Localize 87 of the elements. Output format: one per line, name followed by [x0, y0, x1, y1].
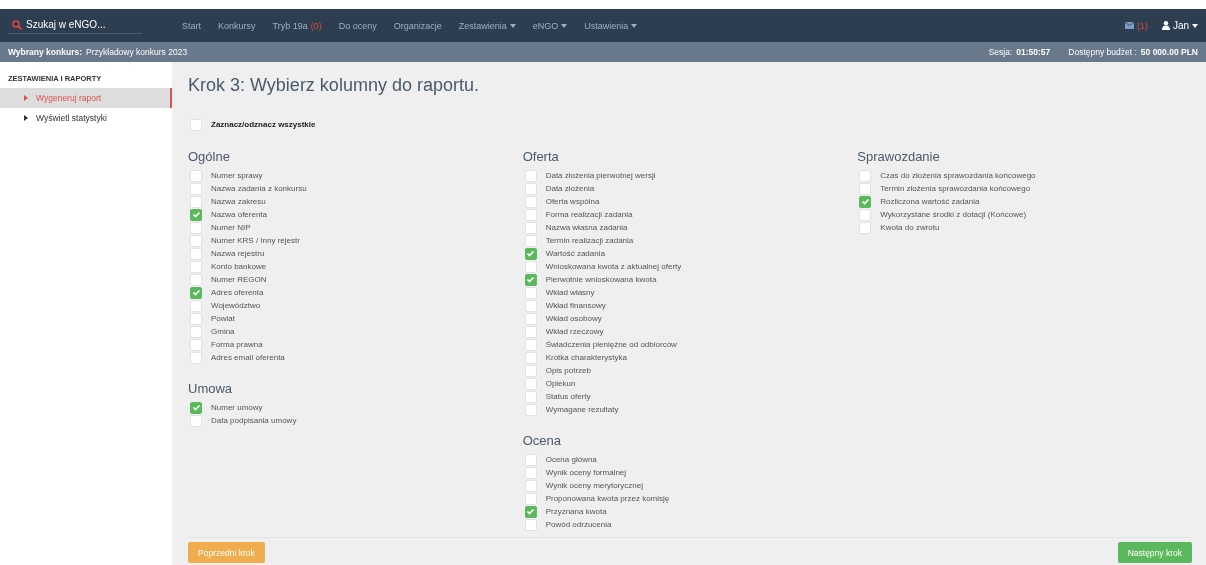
- checkbox[interactable]: [524, 505, 537, 518]
- column-option[interactable]: Wykorzystane środki z dotacji (Końcowe): [857, 208, 1192, 221]
- search-field[interactable]: Szukaj w eNGO...: [8, 17, 142, 34]
- column-option[interactable]: Wkład własny: [522, 286, 858, 299]
- column-option[interactable]: Wynik oceny formalnej: [522, 466, 858, 479]
- column-option[interactable]: Proponowana kwota przez komisję: [522, 492, 858, 505]
- nav-link[interactable]: Start: [182, 20, 201, 31]
- column-option[interactable]: Ocena główna: [522, 453, 858, 466]
- sidebar-item[interactable]: Wyświetl statystyki: [0, 108, 172, 128]
- caret-icon: [24, 95, 28, 101]
- column-option[interactable]: Numer REGON: [188, 273, 523, 286]
- column-option[interactable]: Nazwa własna zadania: [522, 221, 858, 234]
- nav-link[interactable]: Tryb 19a (0): [272, 20, 322, 31]
- caret-icon: [631, 23, 638, 28]
- column-option[interactable]: Powód odrzucenia: [522, 518, 858, 531]
- session-label: Sesja:: [988, 47, 1013, 57]
- nav-link[interactable]: eNGO: [532, 20, 568, 31]
- checkbox[interactable]: [190, 286, 202, 299]
- column-option[interactable]: Pierwotnie wnioskowana kwota: [522, 273, 858, 286]
- column-option[interactable]: Województwo: [188, 299, 523, 312]
- column-option[interactable]: Świadczenia pieniężne od odbiorców: [522, 338, 858, 351]
- column-option[interactable]: Nazwa oferenta: [188, 208, 523, 221]
- column-option[interactable]: Krótka charakterystyka: [522, 351, 858, 364]
- column-option[interactable]: Numer NIP: [188, 221, 523, 234]
- budget-value: 50 000.00 PLN: [1140, 47, 1198, 57]
- column-option[interactable]: Kwota do zwrotu: [857, 221, 1192, 234]
- column-option[interactable]: Wartość zadania: [522, 247, 858, 260]
- session-timer: 01:50:57: [1016, 47, 1051, 57]
- column-option[interactable]: Termin realizacji zadania: [522, 234, 858, 247]
- checkbox[interactable]: [524, 247, 537, 260]
- column-option[interactable]: Data podpisania umowy: [188, 414, 523, 427]
- column-option[interactable]: Wkład osobowy: [522, 312, 858, 325]
- section-heading: Umowa: [188, 380, 234, 398]
- section-heading: Oferta: [522, 148, 560, 166]
- column-option[interactable]: Wkład finansowy: [522, 299, 858, 312]
- caret-icon: [561, 23, 568, 28]
- nav-link[interactable]: Ustawienia: [584, 20, 638, 31]
- nav-link[interactable]: Zestawienia: [458, 20, 516, 31]
- column-option[interactable]: Opis potrzeb: [522, 364, 858, 377]
- column-option[interactable]: Nazwa zadania z konkursu: [188, 182, 523, 195]
- section-heading: Ogólne: [188, 148, 231, 166]
- section-heading: Sprawozdanie: [857, 148, 941, 166]
- caret-icon: [509, 23, 516, 28]
- column-option[interactable]: Status oferty: [522, 390, 858, 403]
- column-option[interactable]: Czas do złożenia sprawozdania końcowego: [857, 169, 1192, 182]
- column-option[interactable]: Przyznana kwota: [522, 505, 858, 518]
- caret-icon: [24, 115, 28, 121]
- envelope-icon: [1124, 22, 1134, 29]
- column-option[interactable]: Nazwa rejestru: [188, 247, 523, 260]
- column-option[interactable]: Powiat: [188, 312, 523, 325]
- column-option[interactable]: Gmina: [188, 325, 523, 338]
- column-option[interactable]: Wkład rzeczowy: [522, 325, 858, 338]
- nav-link[interactable]: Do oceny: [338, 20, 377, 31]
- user-menu[interactable]: Jan: [1161, 20, 1198, 31]
- column-option[interactable]: Adres oferenta: [188, 286, 523, 299]
- user-icon: [1161, 21, 1170, 30]
- column-option[interactable]: Nazwa zakresu: [188, 195, 523, 208]
- column-option[interactable]: Adres email oferenta: [188, 351, 523, 364]
- column-option[interactable]: Opiekun: [522, 377, 858, 390]
- column-option[interactable]: Data złożenia: [522, 182, 858, 195]
- nav-link[interactable]: Konkursy: [218, 20, 256, 31]
- column-option[interactable]: Numer sprawy: [188, 169, 523, 182]
- column-option[interactable]: Rozliczona wartość zadania: [857, 195, 1192, 208]
- search-icon: [12, 19, 22, 30]
- column-option[interactable]: Forma realizacji zadania: [522, 208, 858, 221]
- column-option[interactable]: Wynik oceny merytorycznej: [522, 479, 858, 492]
- page-title: Krok 3: Wybierz kolumny do raportu.: [188, 74, 480, 97]
- contest-label: Wybrany konkurs:: [8, 47, 82, 57]
- column-option[interactable]: Wymagane rezultaty: [522, 403, 858, 416]
- caret-icon: [1192, 23, 1198, 28]
- column-option[interactable]: Data złożenia pierwotnej wersji: [522, 169, 858, 182]
- nav-link[interactable]: Organizacje: [393, 20, 442, 31]
- select-all-checkbox[interactable]: Zaznacz/odznacz wszystkie: [188, 118, 1192, 131]
- column-option[interactable]: Wnioskowana kwota z aktualnej oferty: [522, 260, 858, 273]
- column-option[interactable]: Numer KRS / Inny rejestr: [188, 234, 523, 247]
- column-option[interactable]: Konto bankowe: [188, 260, 523, 273]
- column-option[interactable]: Forma prawna: [188, 338, 523, 351]
- budget-label: Dostępny budżet :: [1068, 47, 1137, 57]
- column-option[interactable]: Numer umowy: [188, 401, 523, 414]
- column-option[interactable]: Oferta wspólna: [522, 195, 858, 208]
- checkbox[interactable]: [190, 401, 202, 414]
- section-heading: Ocena: [522, 432, 562, 450]
- checkbox[interactable]: [524, 273, 537, 286]
- contest-name: Przykładowy konkurs 2023: [86, 47, 188, 57]
- column-option[interactable]: Termin złożenia sprawozdania końcowego: [857, 182, 1192, 195]
- checkbox[interactable]: [190, 208, 202, 221]
- checkbox[interactable]: [859, 195, 872, 208]
